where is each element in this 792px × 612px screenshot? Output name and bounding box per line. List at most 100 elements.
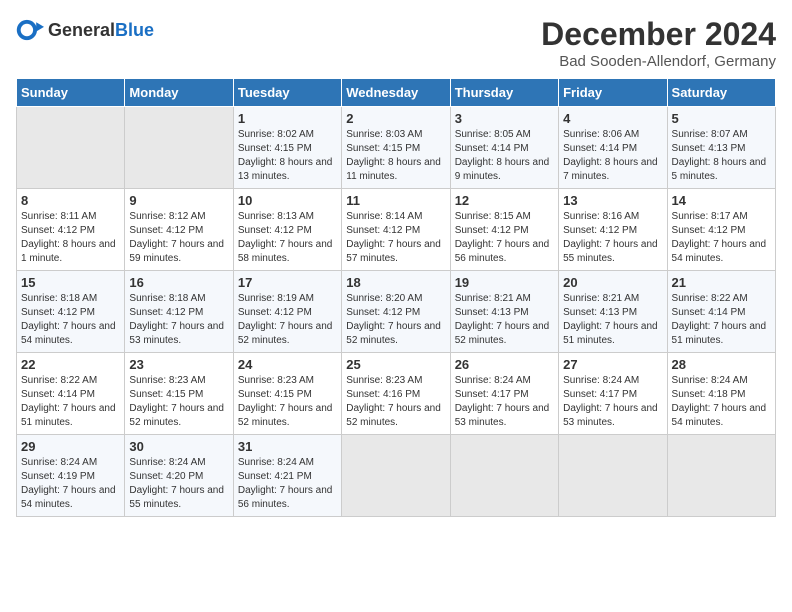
cell-details: Sunrise: 8:14 AMSunset: 4:12 PMDaylight:… <box>346 210 445 266</box>
calendar-cell: 14 Sunrise: 8:17 AMSunset: 4:12 PMDayligh… <box>667 189 775 271</box>
calendar-cell <box>17 107 125 189</box>
calendar-cell: 31Sunrise: 8:24 AMSunset: 4:21 PMDayligh… <box>233 435 341 517</box>
cell-details: Sunrise: 8:13 AMSunset: 4:12 PMDaylight:… <box>238 210 337 266</box>
day-number: 10 <box>238 193 337 208</box>
calendar-week-row: 15 Sunrise: 8:18 AMSunset: 4:12 PMDayligh… <box>17 271 776 353</box>
page-header: GeneralBlue December 2024 Bad Sooden-All… <box>16 16 776 70</box>
cell-details: Sunrise: 8:21 AMSunset: 4:13 PMDaylight:… <box>455 292 554 348</box>
day-number: 15 <box>21 275 120 290</box>
calendar-cell: 18 Sunrise: 8:20 AMSunset: 4:12 PMDayligh… <box>342 271 450 353</box>
cell-details: Sunrise: 8:12 AMSunset: 4:12 PMDaylight:… <box>129 210 228 266</box>
cell-details: Sunrise: 8:16 AMSunset: 4:12 PMDaylight:… <box>563 210 662 266</box>
cell-details: Sunrise: 8:02 AMSunset: 4:15 PMDaylight:… <box>238 128 337 184</box>
calendar-cell <box>559 435 667 517</box>
weekday-header-cell: Monday <box>125 79 233 107</box>
cell-details: Sunrise: 8:21 AMSunset: 4:13 PMDaylight:… <box>563 292 662 348</box>
calendar-cell: 12 Sunrise: 8:15 AMSunset: 4:12 PMDayligh… <box>450 189 558 271</box>
cell-details: Sunrise: 8:05 AMSunset: 4:14 PMDaylight:… <box>455 128 554 184</box>
day-number: 2 <box>346 111 445 126</box>
calendar-cell: 21Sunrise: 8:22 AMSunset: 4:14 PMDayligh… <box>667 271 775 353</box>
calendar-cell: 19 Sunrise: 8:21 AMSunset: 4:13 PMDayligh… <box>450 271 558 353</box>
day-number: 17 <box>238 275 337 290</box>
calendar-cell: 27Sunrise: 8:24 AMSunset: 4:17 PMDayligh… <box>559 353 667 435</box>
day-number: 16 <box>129 275 228 290</box>
day-number: 30 <box>129 439 228 454</box>
day-number: 14 <box>672 193 771 208</box>
calendar-week-row: 29 Sunrise: 8:24 AMSunset: 4:19 PMDayligh… <box>17 435 776 517</box>
cell-details: Sunrise: 8:19 AMSunset: 4:12 PMDaylight:… <box>238 292 337 348</box>
cell-details: Sunrise: 8:22 AMSunset: 4:14 PMDaylight:… <box>672 292 771 348</box>
cell-details: Sunrise: 8:07 AMSunset: 4:13 PMDaylight:… <box>672 128 771 184</box>
day-number: 1 <box>238 111 337 126</box>
month-title: December 2024 <box>541 16 776 53</box>
weekday-header-cell: Tuesday <box>233 79 341 107</box>
calendar-cell: 5 Sunrise: 8:07 AMSunset: 4:13 PMDaylight… <box>667 107 775 189</box>
logo: GeneralBlue <box>16 16 154 44</box>
cell-details: Sunrise: 8:24 AMSunset: 4:19 PMDaylight:… <box>21 456 120 512</box>
calendar-cell <box>450 435 558 517</box>
calendar-cell: 9 Sunrise: 8:12 AMSunset: 4:12 PMDaylight… <box>125 189 233 271</box>
calendar-cell: 11 Sunrise: 8:14 AMSunset: 4:12 PMDayligh… <box>342 189 450 271</box>
cell-details: Sunrise: 8:24 AMSunset: 4:17 PMDaylight:… <box>563 374 662 430</box>
title-block: December 2024 Bad Sooden-Allendorf, Germ… <box>541 16 776 70</box>
cell-details: Sunrise: 8:15 AMSunset: 4:12 PMDaylight:… <box>455 210 554 266</box>
calendar-cell: 8Sunrise: 8:11 AMSunset: 4:12 PMDaylight… <box>17 189 125 271</box>
cell-details: Sunrise: 8:18 AMSunset: 4:12 PMDaylight:… <box>129 292 228 348</box>
calendar-body: 1 Sunrise: 8:02 AMSunset: 4:15 PMDaylight… <box>17 107 776 517</box>
weekday-header-cell: Friday <box>559 79 667 107</box>
calendar-cell: 24 Sunrise: 8:23 AMSunset: 4:15 PMDayligh… <box>233 353 341 435</box>
weekday-header-cell: Saturday <box>667 79 775 107</box>
day-number: 11 <box>346 193 445 208</box>
day-number: 31 <box>238 439 337 454</box>
cell-details: Sunrise: 8:18 AMSunset: 4:12 PMDaylight:… <box>21 292 120 348</box>
cell-details: Sunrise: 8:23 AMSunset: 4:16 PMDaylight:… <box>346 374 445 430</box>
day-number: 23 <box>129 357 228 372</box>
weekday-header-cell: Wednesday <box>342 79 450 107</box>
calendar-cell: 16 Sunrise: 8:18 AMSunset: 4:12 PMDayligh… <box>125 271 233 353</box>
calendar-cell: 3 Sunrise: 8:05 AMSunset: 4:14 PMDaylight… <box>450 107 558 189</box>
cell-details: Sunrise: 8:24 AMSunset: 4:20 PMDaylight:… <box>129 456 228 512</box>
calendar-cell: 29 Sunrise: 8:24 AMSunset: 4:19 PMDayligh… <box>17 435 125 517</box>
day-number: 5 <box>672 111 771 126</box>
day-number: 28 <box>672 357 771 372</box>
calendar-cell: 25 Sunrise: 8:23 AMSunset: 4:16 PMDayligh… <box>342 353 450 435</box>
weekday-header-row: SundayMondayTuesdayWednesdayThursdayFrid… <box>17 79 776 107</box>
calendar-cell: 23 Sunrise: 8:23 AMSunset: 4:15 PMDayligh… <box>125 353 233 435</box>
calendar-header: SundayMondayTuesdayWednesdayThursdayFrid… <box>17 79 776 107</box>
day-number: 18 <box>346 275 445 290</box>
calendar-cell: 13Sunrise: 8:16 AMSunset: 4:12 PMDayligh… <box>559 189 667 271</box>
calendar-cell: 30 Sunrise: 8:24 AMSunset: 4:20 PMDayligh… <box>125 435 233 517</box>
day-number: 25 <box>346 357 445 372</box>
calendar-week-row: 22 Sunrise: 8:22 AMSunset: 4:14 PMDayligh… <box>17 353 776 435</box>
cell-details: Sunrise: 8:23 AMSunset: 4:15 PMDaylight:… <box>129 374 228 430</box>
calendar-cell: 2 Sunrise: 8:03 AMSunset: 4:15 PMDaylight… <box>342 107 450 189</box>
weekday-header-cell: Thursday <box>450 79 558 107</box>
weekday-header-cell: Sunday <box>17 79 125 107</box>
day-number: 20 <box>563 275 662 290</box>
day-number: 19 <box>455 275 554 290</box>
cell-details: Sunrise: 8:23 AMSunset: 4:15 PMDaylight:… <box>238 374 337 430</box>
calendar-cell: 10 Sunrise: 8:13 AMSunset: 4:12 PMDayligh… <box>233 189 341 271</box>
calendar-cell: 1 Sunrise: 8:02 AMSunset: 4:15 PMDaylight… <box>233 107 341 189</box>
day-number: 24 <box>238 357 337 372</box>
cell-details: Sunrise: 8:17 AMSunset: 4:12 PMDaylight:… <box>672 210 771 266</box>
calendar-cell <box>667 435 775 517</box>
day-number: 29 <box>21 439 120 454</box>
cell-details: Sunrise: 8:06 AMSunset: 4:14 PMDaylight:… <box>563 128 662 184</box>
calendar-cell: 4Sunrise: 8:06 AMSunset: 4:14 PMDaylight… <box>559 107 667 189</box>
day-number: 12 <box>455 193 554 208</box>
cell-details: Sunrise: 8:22 AMSunset: 4:14 PMDaylight:… <box>21 374 120 430</box>
cell-details: Sunrise: 8:24 AMSunset: 4:18 PMDaylight:… <box>672 374 771 430</box>
day-number: 3 <box>455 111 554 126</box>
cell-details: Sunrise: 8:20 AMSunset: 4:12 PMDaylight:… <box>346 292 445 348</box>
day-number: 9 <box>129 193 228 208</box>
logo-icon <box>16 16 44 44</box>
day-number: 22 <box>21 357 120 372</box>
logo-text-blue: Blue <box>115 20 154 40</box>
calendar-week-row: 1 Sunrise: 8:02 AMSunset: 4:15 PMDaylight… <box>17 107 776 189</box>
logo-text-general: General <box>48 20 115 40</box>
cell-details: Sunrise: 8:03 AMSunset: 4:15 PMDaylight:… <box>346 128 445 184</box>
calendar-table: SundayMondayTuesdayWednesdayThursdayFrid… <box>16 78 776 517</box>
location-title: Bad Sooden-Allendorf, Germany <box>541 53 776 70</box>
cell-details: Sunrise: 8:24 AMSunset: 4:17 PMDaylight:… <box>455 374 554 430</box>
